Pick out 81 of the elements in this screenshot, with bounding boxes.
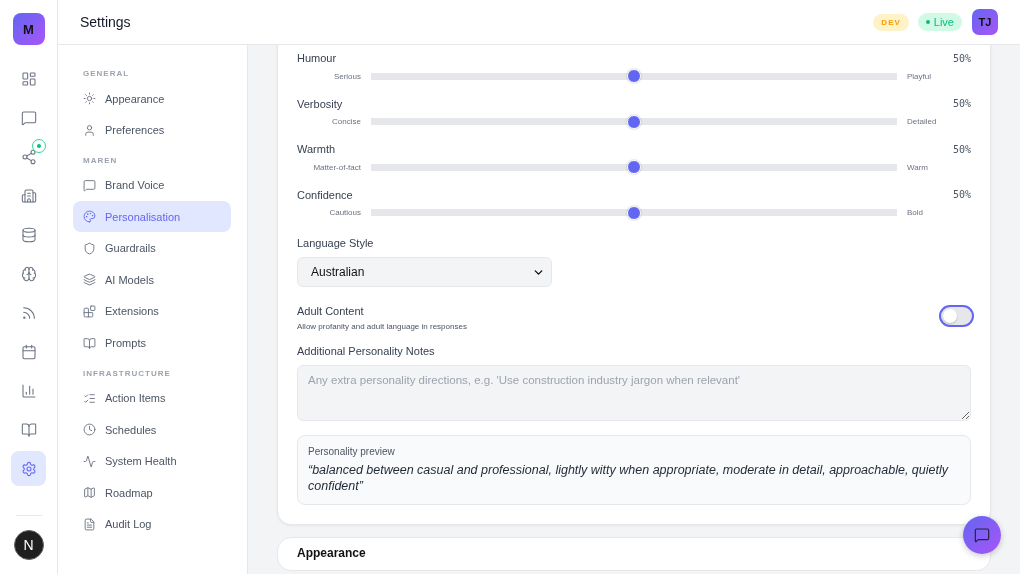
sidebar-item[interactable]: Schedules — [73, 414, 231, 446]
toggle-switch[interactable] — [939, 305, 974, 327]
slider-value: 50% — [952, 52, 971, 64]
sidebar-item[interactable]: Extensions — [73, 295, 231, 327]
max-label: Detailed — [907, 117, 938, 126]
book-icon — [20, 421, 37, 438]
layers-icon — [83, 273, 96, 287]
building-icon — [20, 187, 37, 204]
max-label: Playful — [907, 71, 932, 81]
field-label: Language Style — [297, 237, 374, 249]
slider-thumb[interactable] — [627, 205, 641, 220]
slider-label: Warmth — [297, 143, 336, 155]
min-label: Serious — [332, 71, 361, 81]
slider-label: Humour — [297, 52, 337, 64]
slider-value: 50% — [952, 143, 971, 155]
slider[interactable] — [371, 69, 897, 83]
sidebar-item[interactable]: System Health — [73, 445, 231, 477]
min-label: Matter-of-fact — [312, 162, 361, 172]
max-label: Warm — [907, 162, 930, 172]
rail-button[interactable] — [11, 451, 46, 486]
sidebar-item[interactable]: Brand Voice — [73, 169, 231, 201]
sidebar-item[interactable]: Action Items — [73, 382, 231, 414]
feed-icon — [20, 304, 37, 321]
sidebar-item[interactable]: AI Models — [73, 264, 231, 296]
chat-icon — [83, 178, 96, 192]
section-title: GENERAL — [83, 69, 131, 78]
brain-icon — [20, 265, 37, 282]
settings-icon — [20, 460, 37, 477]
nodes-icon — [20, 148, 37, 165]
language-select[interactable]: Australian — [297, 257, 552, 287]
max-label: Bold — [907, 208, 924, 217]
sidebar-item[interactable]: Audit Log — [73, 508, 231, 540]
environment-badge: DEV — [873, 13, 909, 31]
clock-icon — [83, 423, 96, 437]
user-icon — [83, 123, 96, 137]
slider-value: 50% — [952, 98, 971, 109]
section-title: MAREN — [83, 155, 119, 165]
chat-button[interactable] — [963, 516, 1001, 554]
slider-label: Confidence — [297, 188, 353, 201]
sidebar-item[interactable]: Preferences — [73, 114, 231, 146]
field-label: Additional Personality Notes — [297, 345, 435, 357]
slider-thumb[interactable] — [627, 160, 641, 174]
preview-text: “balanced between casual and professional, lightly witty when appropriate, moderate in detail, approachable, quietly confident” — [308, 462, 950, 494]
book-icon — [83, 336, 96, 350]
min-label: Concise — [331, 117, 361, 126]
dashboard-icon — [20, 70, 37, 87]
map-icon — [83, 486, 96, 500]
page-title: Settings — [80, 14, 132, 30]
slider-label: Verbosity — [297, 97, 343, 110]
document-icon — [83, 517, 96, 531]
user-avatar[interactable]: TJ — [972, 9, 998, 35]
slider[interactable] — [371, 160, 897, 174]
card-title: Appearance — [297, 546, 367, 560]
field-label: Adult Content — [297, 305, 364, 317]
min-label: Cautious — [328, 208, 361, 217]
palette-icon — [83, 210, 96, 224]
status-badge: Live — [917, 13, 962, 31]
chat-icon — [20, 109, 37, 126]
shield-icon — [83, 241, 96, 255]
section-title: INFRASTRUCTURE — [83, 368, 172, 378]
slider-thumb[interactable] — [627, 69, 641, 83]
field-description: Allow profanity and adult language in responses — [297, 322, 467, 331]
blocks-icon — [83, 304, 96, 318]
notes-field[interactable]: Any extra personality directions, e.g. 'Use construction industry jargon when relevant' — [297, 365, 971, 421]
slider-thumb[interactable] — [627, 114, 641, 129]
sidebar-item[interactable]: Guardrails — [73, 232, 231, 264]
chat-icon — [974, 527, 990, 543]
app-logo[interactable]: M — [12, 13, 45, 45]
sidebar-item[interactable]: Roadmap — [73, 477, 231, 509]
sidebar-item[interactable]: Prompts — [73, 327, 231, 359]
pulse-icon — [83, 454, 96, 468]
slider-value: 50% — [952, 189, 971, 200]
database-icon — [20, 226, 37, 243]
sidebar-item[interactable]: Appearance — [73, 83, 231, 114]
chart-icon — [20, 382, 37, 399]
calendar-icon — [20, 343, 37, 360]
checklist-icon — [83, 391, 96, 405]
user-avatar[interactable]: N — [13, 530, 44, 560]
sun-icon — [83, 92, 96, 105]
sidebar-item[interactable]: Personalisation — [73, 201, 231, 233]
preview-title: Personality preview — [308, 446, 396, 457]
